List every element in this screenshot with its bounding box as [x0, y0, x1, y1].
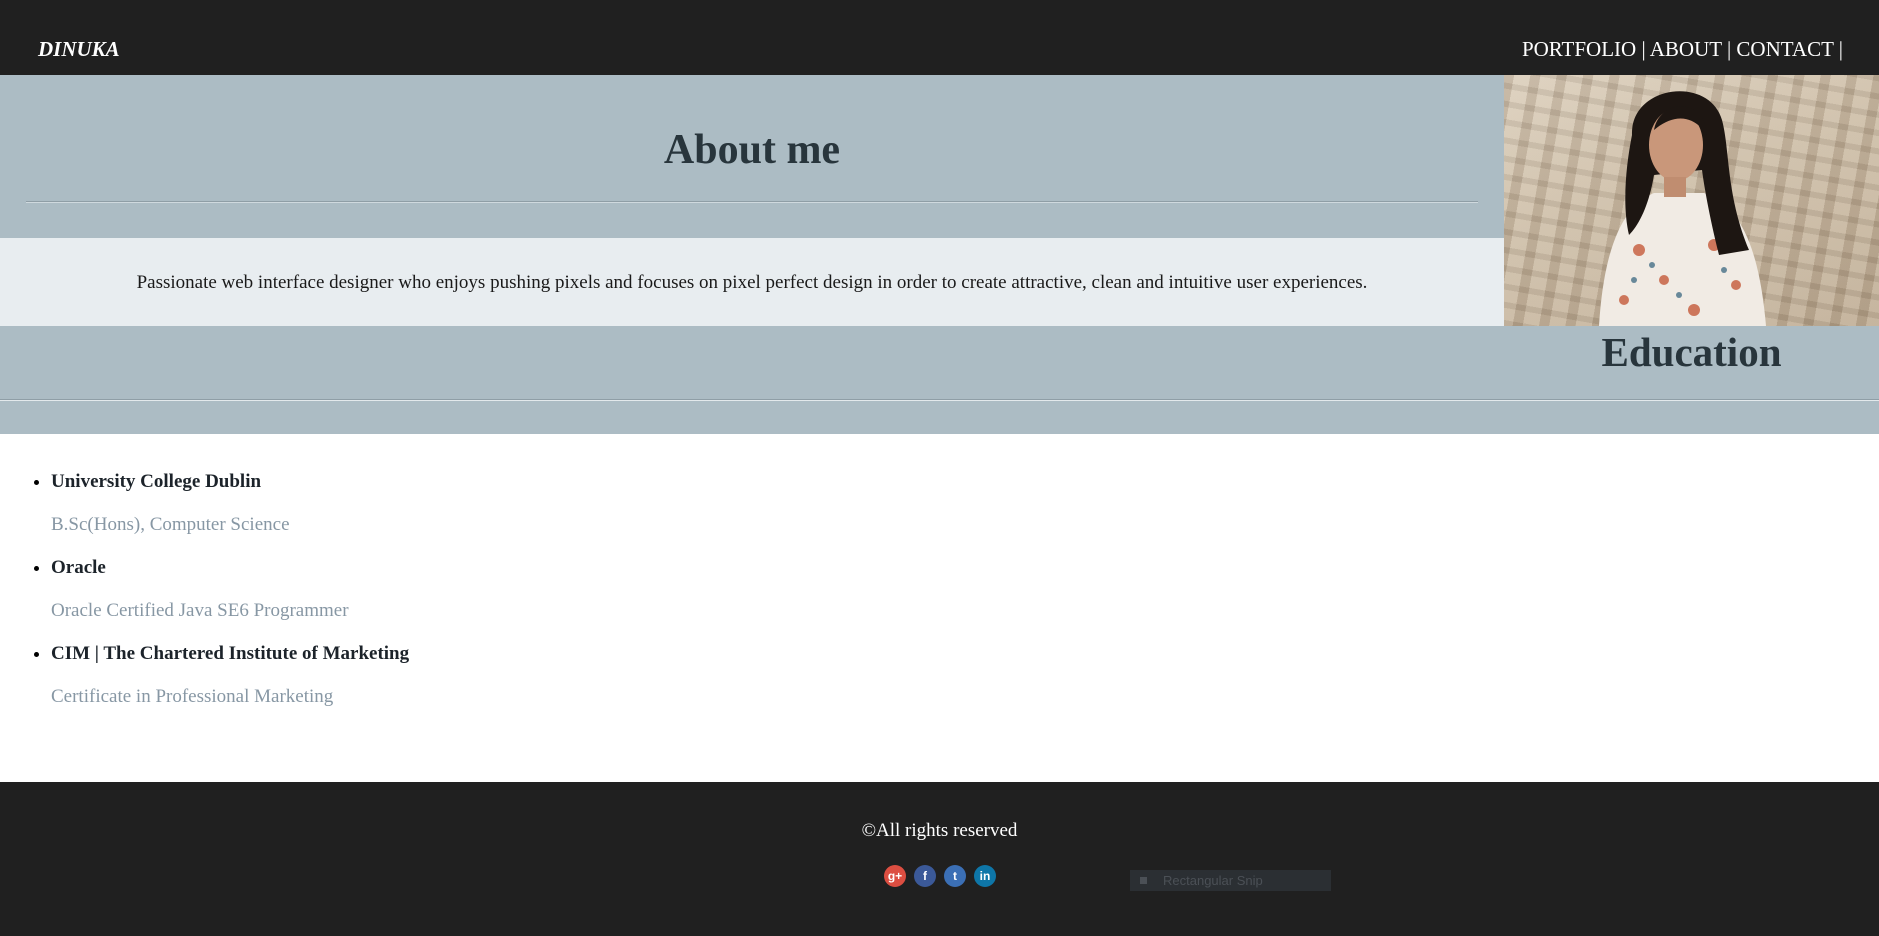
nav-separator: | — [1641, 37, 1646, 61]
education-section-header: Education — [0, 326, 1879, 434]
education-qualification: Oracle Certified Java SE6 Programmer — [51, 600, 349, 621]
education-title: Education — [1601, 329, 1782, 375]
twitter-glyph: t — [953, 869, 957, 883]
brand-logo[interactable]: DINUKA — [38, 36, 120, 62]
twitter-icon[interactable]: t — [944, 865, 966, 887]
education-qualification: B.Sc(Hons), Computer Science — [51, 514, 290, 535]
education-item: CIM | The Chartered Institute of Marketi… — [51, 642, 1879, 709]
about-intro-band: Passionate web interface designer who en… — [0, 238, 1504, 326]
education-item: University College Dublin B.Sc(Hons), Co… — [51, 470, 1879, 537]
snip-icon — [1140, 877, 1147, 884]
education-qualification: Certificate in Professional Marketing — [51, 686, 334, 707]
about-title: About me — [663, 127, 841, 173]
social-links: g+ f t in — [884, 865, 996, 887]
copyright-text: ©All rights reserved — [861, 820, 1018, 841]
google-plus-glyph: g+ — [887, 869, 903, 883]
nav-portfolio-link[interactable]: PORTFOLIO — [1522, 37, 1636, 61]
education-item: Oracle Oracle Certified Java SE6 Program… — [51, 556, 1879, 623]
facebook-icon[interactable]: f — [914, 865, 936, 887]
about-divider — [26, 201, 1478, 203]
linkedin-icon[interactable]: in — [974, 865, 996, 887]
nav-separator: | — [1838, 37, 1843, 61]
site-header: DINUKA PORTFOLIO | ABOUT | CONTACT | — [0, 0, 1879, 75]
main-nav: PORTFOLIO | ABOUT | CONTACT | — [1522, 36, 1843, 62]
about-section-header: About me — [0, 75, 1504, 238]
education-institution: University College Dublin — [51, 471, 262, 492]
profile-photo — [1504, 75, 1879, 326]
profile-photo-illustration — [1599, 91, 1766, 326]
site-footer: ©All rights reserved g+ f t in Rectangul… — [0, 782, 1879, 936]
education-institution: Oracle — [51, 557, 106, 578]
linkedin-glyph: in — [979, 869, 991, 883]
rectangular-snip-overlay[interactable]: Rectangular Snip — [1130, 870, 1331, 891]
snip-label: Rectangular Snip — [1163, 873, 1263, 888]
education-list: University College Dublin B.Sc(Hons), Co… — [0, 470, 1879, 728]
facebook-glyph: f — [923, 869, 927, 883]
nav-about-link[interactable]: ABOUT — [1650, 37, 1722, 61]
google-plus-icon[interactable]: g+ — [884, 865, 906, 887]
nav-contact-link[interactable]: CONTACT — [1736, 37, 1833, 61]
about-intro-text: Passionate web interface designer who en… — [136, 272, 1368, 293]
education-divider — [0, 399, 1879, 401]
education-institution: CIM | The Chartered Institute of Marketi… — [51, 643, 410, 664]
nav-separator: | — [1726, 37, 1732, 61]
